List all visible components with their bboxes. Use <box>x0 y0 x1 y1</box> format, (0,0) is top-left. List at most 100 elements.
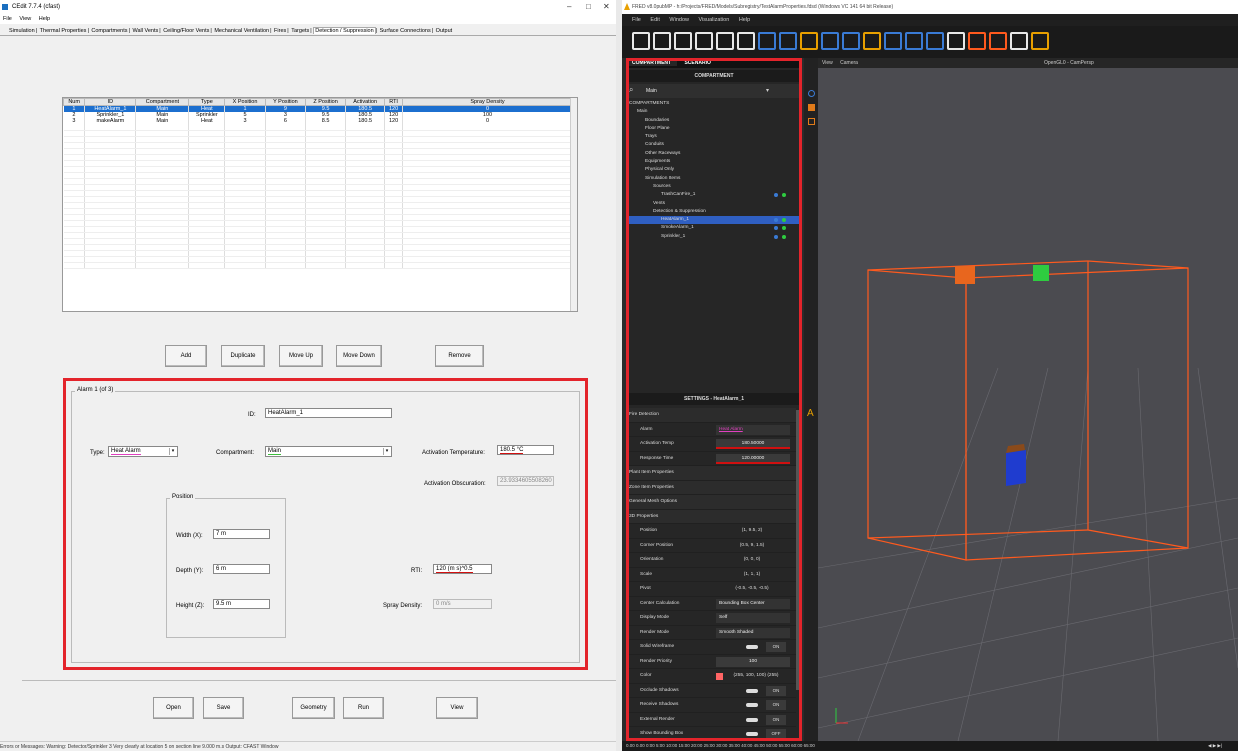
cube-icon[interactable] <box>808 104 815 111</box>
screen: CEdit 7.7.4 (cfast) – □ ✕ File View Help… <box>0 0 1238 751</box>
depth-label: Depth (Y): <box>176 568 204 574</box>
globe-icon[interactable] <box>808 90 815 97</box>
empty-cell <box>384 262 403 269</box>
cylinder-icon[interactable] <box>758 32 776 50</box>
open-button[interactable]: Open <box>153 697 194 719</box>
col-z[interactable]: Z Position <box>305 98 347 106</box>
menu-file[interactable]: File <box>3 16 12 22</box>
fred-menu-visualization[interactable]: Visualization <box>699 17 730 23</box>
fire-icon[interactable] <box>968 32 986 50</box>
width-field[interactable]: 7 m <box>213 529 270 539</box>
playback-controls-icon[interactable]: ◀ ▶ ▶| <box>1208 741 1222 751</box>
menu-help[interactable]: Help <box>39 16 50 22</box>
tab-targets[interactable]: Targets <box>290 28 310 34</box>
chevron-down-icon[interactable]: ▾ <box>383 448 390 455</box>
vp-menu-view[interactable]: View <box>822 60 833 66</box>
col-id[interactable]: ID <box>84 98 137 106</box>
tab-surface-connections[interactable]: Surface Connections <box>379 28 432 34</box>
fred-menu-window[interactable]: Window <box>669 17 689 23</box>
menu-view[interactable]: View <box>19 16 31 22</box>
grid-header: Num ID Compartment Type X Position Y Pos… <box>63 98 573 106</box>
type-combo[interactable]: Heat Alarm ▾ <box>108 446 178 457</box>
col-rti[interactable]: RTI <box>384 98 403 106</box>
geometry-button[interactable]: Geometry <box>292 697 335 719</box>
type-label: Type: <box>90 450 105 456</box>
fred-menu-file[interactable]: File <box>632 17 641 23</box>
col-compartment[interactable]: Compartment <box>135 98 190 106</box>
rti-field[interactable]: 120 (m s)^0.5 <box>433 564 492 574</box>
col-type[interactable]: Type <box>188 98 226 106</box>
duplicate-button[interactable]: Duplicate <box>221 345 265 367</box>
col-spray[interactable]: Spray Density <box>402 98 573 106</box>
calculator-icon[interactable] <box>1010 32 1028 50</box>
folder-icon[interactable] <box>653 32 671 50</box>
cylinder-alt-icon[interactable] <box>779 32 797 50</box>
cube-outline-icon[interactable] <box>808 118 815 125</box>
id-field[interactable]: HeatAlarm_1 <box>265 408 392 418</box>
compartment-label: Compartment: <box>216 450 255 456</box>
add-button[interactable]: Add <box>165 345 207 367</box>
run-button[interactable]: Run <box>343 697 384 719</box>
tab-wall-vents[interactable]: Wall Vents <box>131 28 159 34</box>
list-icon[interactable] <box>947 32 965 50</box>
empty-cell <box>345 262 386 269</box>
minimize-icon[interactable]: – <box>567 0 571 14</box>
fred-menu-help[interactable]: Help <box>739 17 750 23</box>
sprinkler-object[interactable] <box>1033 265 1049 281</box>
col-activation[interactable]: Activation <box>345 98 386 106</box>
timeline-bar[interactable]: 0.00 0.00 0:00 5:00 10:00 15:00 20:00 25… <box>622 741 1238 751</box>
close-icon[interactable]: ✕ <box>603 0 610 14</box>
sphere-alt-icon[interactable] <box>842 32 860 50</box>
height-field[interactable]: 9.5 m <box>213 599 270 609</box>
act-temp-value: 180.5 °C <box>500 447 524 454</box>
move-down-button[interactable]: Move Down <box>336 345 382 367</box>
col-num[interactable]: Num <box>63 98 86 106</box>
chat-icon[interactable] <box>905 32 923 50</box>
col-y[interactable]: Y Position <box>264 98 307 106</box>
cone-icon[interactable] <box>800 32 818 50</box>
chart-icon[interactable] <box>863 32 881 50</box>
act-obsc-field[interactable]: 23.9334605508260 <box>497 476 554 486</box>
act-temp-field[interactable]: 180.5 °C <box>497 445 554 455</box>
grid-icon[interactable] <box>716 32 734 50</box>
tab-fires[interactable]: Fires <box>273 28 287 34</box>
chevron-down-icon[interactable]: ▾ <box>169 448 176 455</box>
triangle-tool-icon[interactable] <box>632 32 650 50</box>
view-button[interactable]: View <box>436 697 478 719</box>
remove-button[interactable]: Remove <box>435 345 484 367</box>
vp-menu-camera[interactable]: Camera <box>840 60 858 66</box>
compartment-combo[interactable]: Main ▾ <box>265 446 392 457</box>
depth-field[interactable]: 6 m <box>213 564 270 574</box>
fire-source-object[interactable] <box>1006 450 1026 486</box>
person-icon[interactable] <box>884 32 902 50</box>
mountain-icon[interactable] <box>674 32 692 50</box>
tab-detection-suppression[interactable]: Detection / Suppression <box>313 27 376 34</box>
alarm-grid[interactable]: Num ID Compartment Type X Position Y Pos… <box>62 97 578 312</box>
text-tool-icon[interactable]: A <box>807 408 814 419</box>
mountain-edit-icon[interactable] <box>695 32 713 50</box>
col-x[interactable]: X Position <box>224 98 266 106</box>
app-icon <box>2 4 8 10</box>
sphere-icon[interactable] <box>821 32 839 50</box>
move-up-button[interactable]: Move Up <box>279 345 323 367</box>
heat-alarm-object[interactable] <box>955 266 975 284</box>
tab-mechanical-ventilation[interactable]: Mechanical Ventilation <box>213 28 270 34</box>
sliders-icon[interactable] <box>926 32 944 50</box>
empty-cell <box>84 262 137 269</box>
grid-edit-icon[interactable] <box>737 32 755 50</box>
3d-viewport[interactable]: View Camera OpenGL0 - CamPersp <box>818 58 1238 741</box>
tab-compartments[interactable]: Compartments <box>90 28 128 34</box>
settings-icon[interactable] <box>1031 32 1049 50</box>
grid-scrollbar[interactable] <box>570 98 577 311</box>
script-icon[interactable] <box>989 32 1007 50</box>
empty-cell <box>188 262 226 269</box>
maximize-icon[interactable]: □ <box>586 0 591 14</box>
spray-label: Spray Density: <box>383 603 423 609</box>
fred-menu-edit[interactable]: Edit <box>650 17 659 23</box>
tab-ceiling-floor-vents[interactable]: Ceiling/Floor Vents <box>162 28 210 34</box>
spray-field[interactable]: 0 m/s <box>433 599 492 609</box>
tab-output[interactable]: Output <box>435 28 454 34</box>
tab-thermal-properties[interactable]: Thermal Properties <box>39 28 88 34</box>
save-button[interactable]: Save <box>203 697 244 719</box>
tab-simulation[interactable]: Simulation <box>8 28 36 34</box>
